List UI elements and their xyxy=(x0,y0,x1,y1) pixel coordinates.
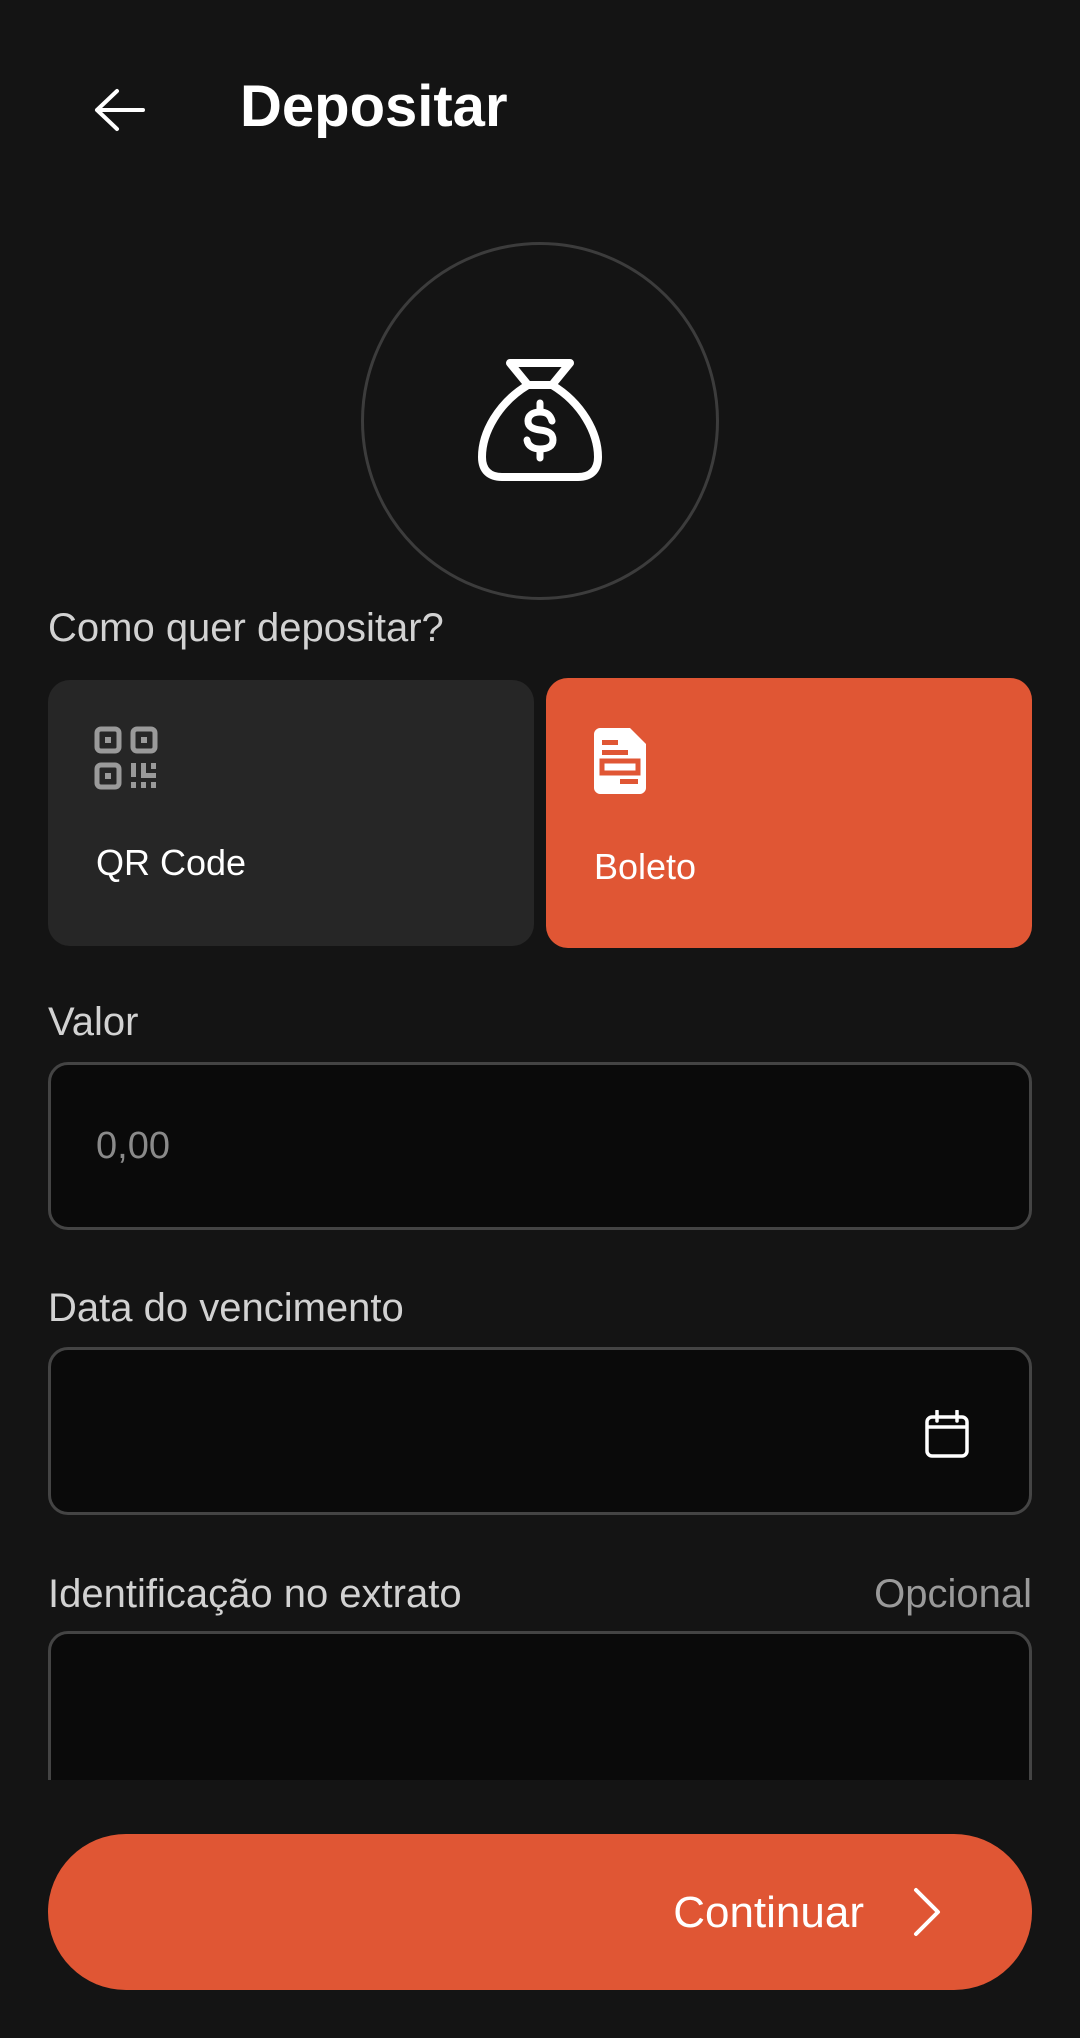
identificacao-input[interactable] xyxy=(96,1634,916,1780)
page-title: Depositar xyxy=(240,74,508,139)
money-bag-icon xyxy=(478,359,602,481)
optional-hint: Opcional xyxy=(874,1572,1032,1616)
calendar-button[interactable] xyxy=(917,1404,977,1464)
back-button[interactable] xyxy=(70,60,170,160)
deposit-screen: Depositar Como quer depositar? QR Code B… xyxy=(0,0,1080,2038)
method-option-qr-code[interactable]: QR Code xyxy=(48,680,534,946)
valor-input[interactable] xyxy=(96,1065,916,1227)
chevron-right-icon xyxy=(914,1888,940,1936)
identificacao-clip xyxy=(0,1630,1080,1780)
app-header: Depositar xyxy=(0,0,1080,215)
document-icon xyxy=(594,728,646,794)
method-option-label: Boleto xyxy=(594,846,697,887)
identificacao-field xyxy=(48,1631,1032,1780)
vencimento-label: Data do vencimento xyxy=(48,1286,404,1330)
calendar-icon xyxy=(925,1410,969,1458)
method-option-boleto[interactable]: Boleto xyxy=(546,678,1032,948)
valor-field xyxy=(48,1062,1032,1230)
vencimento-field xyxy=(48,1347,1032,1515)
method-option-label: QR Code xyxy=(96,842,247,883)
hero-circle xyxy=(361,242,719,600)
method-question: Como quer depositar? xyxy=(48,606,444,650)
identificacao-label: Identificação no extrato xyxy=(48,1572,462,1616)
continue-label: Continuar xyxy=(673,1888,864,1937)
vencimento-input[interactable] xyxy=(96,1350,916,1512)
qr-code-icon xyxy=(94,726,158,790)
valor-label: Valor xyxy=(48,1000,139,1044)
continue-button[interactable]: Continuar xyxy=(48,1834,1032,1990)
bottom-action-bar: Continuar xyxy=(0,1786,1080,2038)
arrow-left-icon xyxy=(95,89,145,131)
